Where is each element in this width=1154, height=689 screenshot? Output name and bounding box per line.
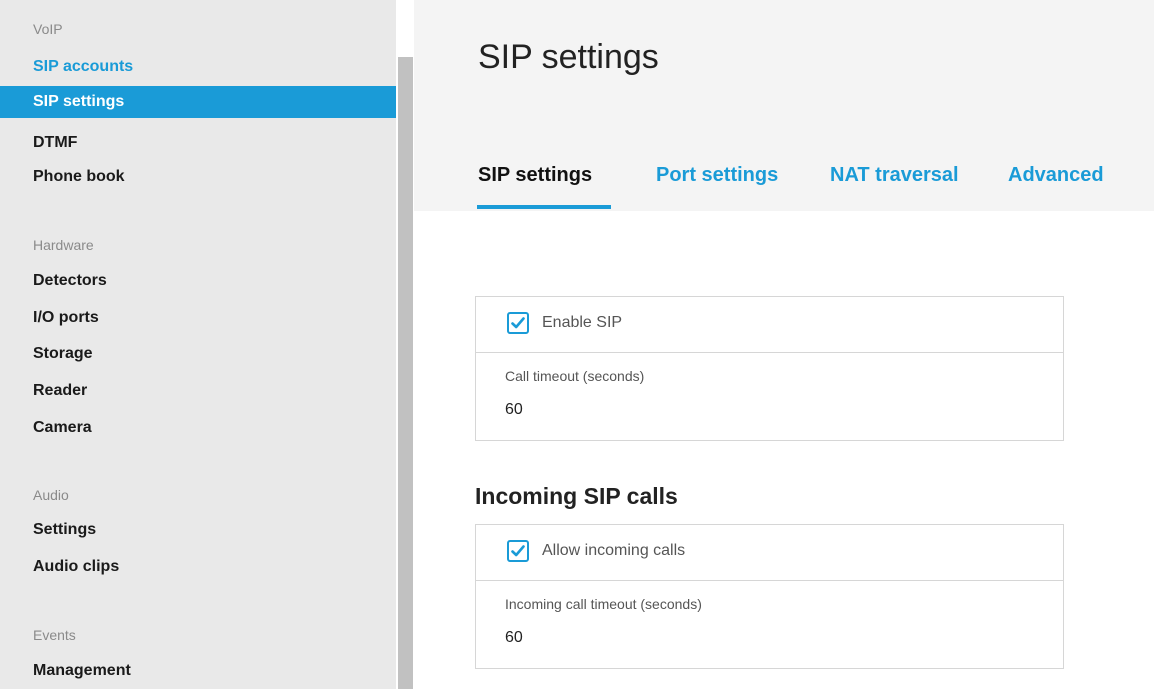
call-timeout-label: Call timeout (seconds) [505, 368, 645, 384]
active-tab-indicator [477, 205, 611, 209]
allow-incoming-label: Allow incoming calls [542, 542, 686, 559]
checkmark-icon [511, 545, 525, 557]
sidebar-scroll-thumb[interactable] [398, 57, 413, 689]
sip-settings-card: Enable SIP Call timeout (seconds) 60 [475, 296, 1064, 441]
section-label-voip: VoIP [33, 21, 63, 37]
tab-port-settings[interactable]: Port settings [656, 164, 778, 187]
page-title: SIP settings [478, 38, 659, 76]
sidebar-item-storage[interactable]: Storage [0, 338, 396, 370]
checkmark-icon [511, 317, 525, 329]
sidebar-item-phone-book[interactable]: Phone book [0, 161, 396, 193]
incoming-timeout-input[interactable]: 60 [505, 629, 523, 647]
sidebar-item-sip-settings[interactable]: SIP settings [0, 86, 396, 118]
allow-incoming-checkbox[interactable] [507, 540, 529, 562]
allow-incoming-row: Allow incoming calls [476, 525, 1063, 581]
sidebar-item-audio-clips[interactable]: Audio clips [0, 551, 396, 583]
sidebar-item-audio-settings[interactable]: Settings [0, 514, 396, 546]
section-label-hardware: Hardware [33, 237, 94, 253]
sidebar-item-camera[interactable]: Camera [0, 412, 396, 444]
tab-advanced[interactable]: Advanced [1008, 164, 1104, 187]
enable-sip-label: Enable SIP [542, 314, 623, 331]
section-label-audio: Audio [33, 487, 69, 503]
sidebar-item-detectors[interactable]: Detectors [0, 265, 396, 297]
tab-sip-settings[interactable]: SIP settings [478, 164, 592, 187]
incoming-calls-card: Allow incoming calls Incoming call timeo… [475, 524, 1064, 669]
sidebar-item-management[interactable]: Management [0, 655, 396, 687]
sidebar: VoIP SIP accounts SIP settings DTMF Phon… [0, 0, 396, 689]
sidebar-item-reader[interactable]: Reader [0, 375, 396, 407]
sidebar-item-dtmf[interactable]: DTMF [0, 127, 396, 159]
section-label-events: Events [33, 627, 76, 643]
tab-nat-traversal[interactable]: NAT traversal [830, 164, 959, 187]
enable-sip-checkbox[interactable] [507, 312, 529, 334]
sidebar-item-io-ports[interactable]: I/O ports [0, 302, 396, 334]
incoming-timeout-label: Incoming call timeout (seconds) [505, 596, 702, 612]
enable-sip-row: Enable SIP [476, 297, 1063, 353]
sidebar-item-sip-accounts[interactable]: SIP accounts [0, 51, 396, 83]
incoming-calls-heading: Incoming SIP calls [475, 483, 678, 509]
call-timeout-input[interactable]: 60 [505, 401, 523, 419]
